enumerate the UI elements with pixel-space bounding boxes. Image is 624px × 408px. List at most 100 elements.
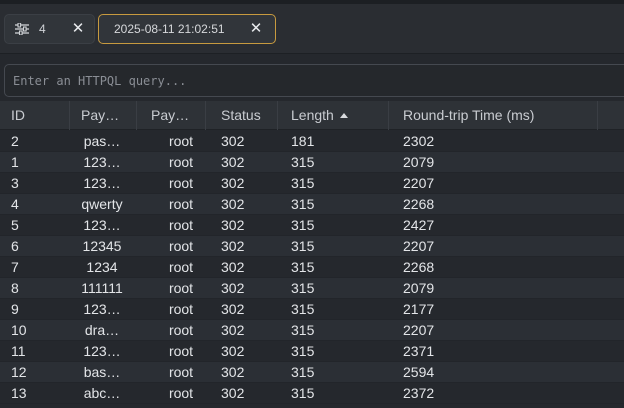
table-row[interactable]: 3 123… root 302 315 2207 bbox=[0, 173, 624, 194]
cell-payload-2: root bbox=[168, 154, 194, 170]
cell-payload-1: qwerty bbox=[81, 196, 123, 212]
cell-payload-2: root bbox=[168, 196, 194, 212]
cell-payload-1: bas… bbox=[83, 364, 121, 380]
cell-id: 1 bbox=[11, 154, 19, 170]
cell-status: 302 bbox=[221, 364, 245, 380]
table-row[interactable]: 13 abc… root 302 315 2372 bbox=[0, 383, 624, 404]
cell-id: 2 bbox=[11, 133, 19, 149]
cell-payload-1: 123… bbox=[83, 343, 121, 359]
cell-status: 302 bbox=[221, 301, 245, 317]
cell-status: 302 bbox=[221, 280, 245, 296]
filter-count: 4 bbox=[39, 22, 46, 36]
cell-id: 4 bbox=[11, 196, 19, 212]
cell-status: 302 bbox=[221, 133, 245, 149]
cell-status: 302 bbox=[221, 385, 245, 401]
cell-length: 315 bbox=[291, 238, 315, 254]
column-header-filler bbox=[598, 101, 624, 130]
cell-round-trip-time: 2268 bbox=[403, 196, 435, 212]
cell-id: 12 bbox=[11, 364, 27, 380]
cell-id: 8 bbox=[11, 280, 19, 296]
cell-payload-1: 123… bbox=[83, 154, 121, 170]
cell-status: 302 bbox=[221, 343, 245, 359]
table-row[interactable]: 11 123… root 302 315 2371 bbox=[0, 341, 624, 362]
column-header-payload-1[interactable]: Pay… bbox=[70, 101, 137, 130]
table-row[interactable]: 8 111111 root 302 315 2079 bbox=[0, 278, 624, 299]
cell-status: 302 bbox=[221, 322, 245, 338]
cell-id: 9 bbox=[11, 301, 19, 317]
cell-round-trip-time: 2268 bbox=[403, 259, 435, 275]
cell-payload-2: root bbox=[168, 133, 194, 149]
table-header: ID Pay… Pay… Status Length Round-trip Ti… bbox=[0, 101, 624, 130]
cell-payload-2: root bbox=[168, 301, 194, 317]
filter-tab[interactable]: 4 ✕ bbox=[4, 14, 95, 44]
cell-round-trip-time: 2372 bbox=[403, 385, 435, 401]
table-row[interactable]: 10 dra… root 302 315 2207 bbox=[0, 320, 624, 341]
table-row[interactable]: 7 1234 root 302 315 2268 bbox=[0, 257, 624, 278]
column-header-id[interactable]: ID bbox=[0, 101, 70, 130]
column-header-round-trip-time[interactable]: Round-trip Time (ms) bbox=[389, 101, 598, 130]
cell-length: 315 bbox=[291, 322, 315, 338]
cell-length: 315 bbox=[291, 301, 315, 317]
cell-length: 315 bbox=[291, 154, 315, 170]
cell-round-trip-time: 2427 bbox=[403, 217, 435, 233]
column-header-payload-2[interactable]: Pay… bbox=[137, 101, 206, 130]
cell-id: 11 bbox=[11, 343, 26, 359]
column-header-label: Status bbox=[221, 107, 261, 123]
cell-status: 302 bbox=[221, 217, 245, 233]
cell-payload-1: 1234 bbox=[86, 259, 118, 275]
cell-payload-1: 111111 bbox=[81, 280, 123, 296]
cell-round-trip-time: 2371 bbox=[403, 343, 435, 359]
cell-length: 315 bbox=[291, 175, 315, 191]
cell-length: 315 bbox=[291, 217, 315, 233]
sliders-icon bbox=[15, 23, 29, 35]
cell-id: 13 bbox=[11, 385, 27, 401]
cell-round-trip-time: 2207 bbox=[403, 175, 435, 191]
cell-payload-1: dra… bbox=[84, 322, 120, 338]
cell-payload-2: root bbox=[168, 217, 194, 233]
table-row[interactable]: 6 12345 root 302 315 2207 bbox=[0, 236, 624, 257]
timestamp-label: 2025-08-11 21:02:51 bbox=[114, 22, 225, 36]
cell-length: 315 bbox=[291, 343, 315, 359]
cell-payload-2: root bbox=[168, 385, 194, 401]
cell-payload-1: 12345 bbox=[82, 238, 122, 254]
column-header-label: Length bbox=[291, 107, 334, 123]
cell-status: 302 bbox=[221, 175, 245, 191]
cell-payload-2: root bbox=[168, 259, 194, 275]
cell-id: 6 bbox=[11, 238, 19, 254]
column-header-length[interactable]: Length bbox=[278, 101, 389, 130]
cell-round-trip-time: 2594 bbox=[403, 364, 435, 380]
timestamp-tab[interactable]: 2025-08-11 21:02:51 ✕ bbox=[98, 14, 276, 44]
close-icon[interactable]: ✕ bbox=[70, 19, 86, 39]
cell-id: 10 bbox=[11, 322, 27, 338]
column-header-label: ID bbox=[11, 107, 25, 123]
cell-round-trip-time: 2079 bbox=[403, 280, 435, 296]
cell-length: 315 bbox=[291, 385, 315, 401]
table-row[interactable]: 12 bas… root 302 315 2594 bbox=[0, 362, 624, 383]
cell-payload-2: root bbox=[168, 175, 194, 191]
cell-payload-2: root bbox=[168, 280, 194, 296]
sort-ascending-icon bbox=[339, 113, 348, 118]
httpql-query-input[interactable] bbox=[13, 72, 613, 90]
cell-payload-2: root bbox=[168, 364, 194, 380]
cell-round-trip-time: 2079 bbox=[403, 154, 435, 170]
cell-id: 7 bbox=[11, 259, 19, 275]
cell-payload-2: root bbox=[168, 343, 194, 359]
httpql-query-box bbox=[4, 64, 624, 97]
table-row[interactable]: 9 123… root 302 315 2177 bbox=[0, 299, 624, 320]
cell-status: 302 bbox=[221, 154, 245, 170]
table-row[interactable]: 4 qwerty root 302 315 2268 bbox=[0, 194, 624, 215]
cell-payload-1: 123… bbox=[83, 301, 121, 317]
column-header-label: Pay… bbox=[151, 107, 190, 123]
cell-round-trip-time: 2177 bbox=[403, 301, 435, 317]
table-row[interactable]: 2 pas… root 302 181 2302 bbox=[0, 131, 624, 152]
close-icon[interactable]: ✕ bbox=[248, 19, 264, 39]
cell-status: 302 bbox=[221, 196, 245, 212]
cell-id: 3 bbox=[11, 175, 19, 191]
table-row[interactable]: 5 123… root 302 315 2427 bbox=[0, 215, 624, 236]
column-header-label: Round-trip Time (ms) bbox=[403, 107, 535, 123]
cell-length: 315 bbox=[291, 259, 315, 275]
table-row[interactable]: 1 123… root 302 315 2079 bbox=[0, 152, 624, 173]
results-table: ID Pay… Pay… Status Length Round-trip Ti… bbox=[0, 101, 624, 408]
cell-length: 315 bbox=[291, 280, 315, 296]
column-header-status[interactable]: Status bbox=[206, 101, 278, 130]
